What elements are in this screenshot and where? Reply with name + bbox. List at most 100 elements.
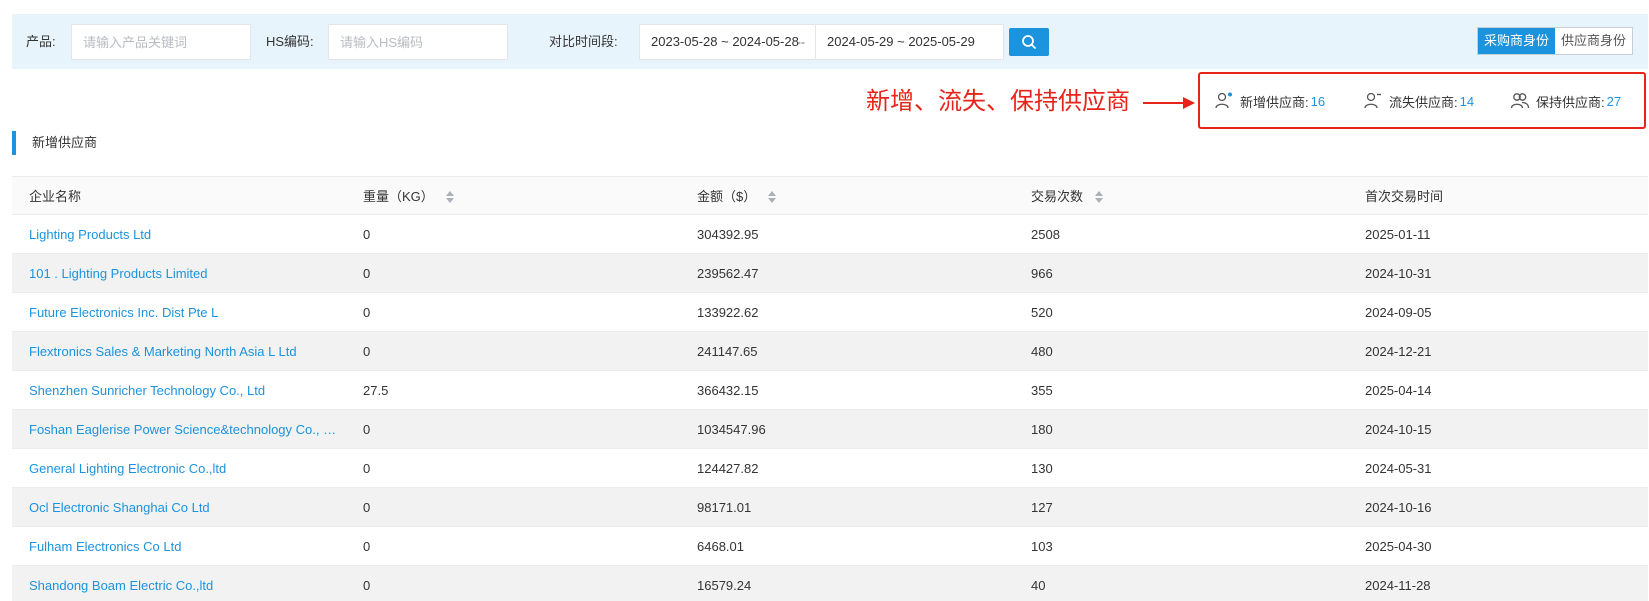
weight-cell: 0 [363,227,371,242]
first-trade-date-cell: 2024-05-31 [1365,461,1432,476]
supplier-role-button[interactable]: 供应商身份 [1555,28,1632,54]
first-trade-date-cell: 2025-01-11 [1365,227,1431,242]
amount-cell: 133922.62 [697,305,759,320]
table-row: General Lighting Electronic Co.,ltd 0 1244… [12,449,1648,488]
weight-cell: 0 [363,422,371,437]
header-transactions[interactable]: 交易次数 [1031,189,1104,205]
product-label: 产品: [26,34,56,49]
first-trade-date-cell: 2025-04-30 [1365,539,1432,554]
stat-lost-label: 流失供应商: [1389,94,1458,110]
table-body: Lighting Products Ltd 0 304392.95 2508 2025-… [12,215,1648,601]
table-row: Shandong Boam Electric Co.,ltd 0 16579.24 4… [12,566,1648,601]
company-name-link[interactable]: Foshan Eaglerise Power Science&technolog… [29,422,341,438]
filter-bar: 产品: HS编码: 对比时间段: 2023-05-28 ~ 2024-05-28… [12,14,1648,69]
transaction-count-cell: 127 [1031,500,1053,515]
transaction-count-cell: 40 [1031,578,1046,593]
table-row: Foshan Eaglerise Power Science&technolog… [12,410,1648,449]
company-name-link[interactable]: Future Electronics Inc. Dist Pte L [29,305,218,321]
first-trade-date-cell: 2024-10-15 [1365,422,1432,437]
header-company: 企业名称 [29,189,81,205]
header-amount-label: 金额（$） [697,189,757,204]
new-suppliers-table: 企业名称 重量（KG） 金额（$） 交易次数 首次交易时间 Lighting P… [12,176,1648,601]
weight-cell: 0 [363,305,371,320]
company-name-link[interactable]: 101 . Lighting Products Limited [29,266,208,282]
section-title: 新增供应商 [32,135,98,150]
period-label: 对比时间段: [549,34,618,49]
role-toggle: 采购商身份 供应商身份 [1477,27,1634,55]
search-button[interactable] [1009,28,1049,56]
transaction-count-cell: 966 [1031,266,1053,281]
first-trade-date-cell: 2024-10-31 [1365,266,1432,281]
header-weight-label: 重量（KG） [363,189,434,204]
amount-cell: 304392.95 [697,227,759,242]
amount-cell: 366432.15 [697,383,759,398]
sort-icon[interactable] [768,191,777,203]
transaction-count-cell: 130 [1031,461,1053,476]
stat-kept-suppliers[interactable]: 保持供应商: 27 [1510,91,1621,111]
company-name-link[interactable]: Ocl Electronic Shanghai Co Ltd [29,500,210,516]
stat-kept-value: 27 [1606,93,1622,109]
transaction-count-cell: 2508 [1031,227,1060,242]
sort-icon[interactable] [1095,191,1104,203]
sort-icon[interactable] [445,191,454,203]
stat-new-label: 新增供应商: [1240,94,1309,110]
company-name-link[interactable]: General Lighting Electronic Co.,ltd [29,461,226,477]
amount-cell: 6468.01 [697,539,744,554]
table-row: Fulham Electronics Co Ltd 0 6468.01 103 2025… [12,527,1648,566]
table-row: Lighting Products Ltd 0 304392.95 2508 2025-… [12,215,1648,254]
first-trade-date-cell: 2024-11-28 [1365,578,1431,593]
first-trade-date-cell: 2024-09-05 [1365,305,1432,320]
header-weight[interactable]: 重量（KG） [363,189,454,205]
hs-code-label: HS编码: [266,34,314,49]
table-header: 企业名称 重量（KG） 金额（$） 交易次数 首次交易时间 [12,176,1648,215]
stat-kept-label: 保持供应商: [1536,94,1605,110]
amount-cell: 16579.24 [697,578,752,593]
company-name-link[interactable]: Shenzhen Sunricher Technology Co., Ltd [29,383,265,399]
transaction-count-cell: 355 [1031,383,1053,398]
weight-cell: 0 [363,344,371,359]
period2-range-picker[interactable]: 2024-05-29 ~ 2025-05-29 [815,24,1004,60]
user-minus-icon [1364,92,1381,109]
buyer-role-button[interactable]: 采购商身份 [1478,28,1556,54]
table-row: Future Electronics Inc. Dist Pte L 0 13392… [12,293,1648,332]
table-row: Ocl Electronic Shanghai Co Ltd 0 98171.01 1… [12,488,1648,527]
hs-code-input[interactable] [328,24,508,60]
annotation-arrow-icon [1143,97,1195,109]
weight-cell: 0 [363,461,371,476]
product-input[interactable] [71,24,251,60]
table-row: Shenzhen Sunricher Technology Co., Ltd 27… [12,371,1648,410]
first-trade-date-cell: 2024-10-16 [1365,500,1432,515]
stat-lost-value: 14 [1459,93,1475,109]
transaction-count-cell: 480 [1031,344,1053,359]
header-amount[interactable]: 金额（$） [697,189,777,205]
weight-cell: 27.5 [363,383,389,398]
search-icon [1022,35,1036,49]
header-transactions-label: 交易次数 [1031,189,1084,204]
company-name-link[interactable]: Lighting Products Ltd [29,227,151,243]
user-plus-icon [1215,92,1232,109]
header-company-label: 企业名称 [29,189,82,204]
stat-lost-suppliers[interactable]: 流失供应商: 14 [1363,91,1474,111]
weight-cell: 0 [363,500,371,515]
table-row: 101 . Lighting Products Limited 0 239562.4… [12,254,1648,293]
amount-cell: 1034547.96 [697,422,766,437]
weight-cell: 0 [363,266,371,281]
annotation-text: 新增、流失、保持供应商 [866,87,1130,115]
weight-cell: 0 [363,578,371,593]
transaction-count-cell: 103 [1031,539,1053,554]
stat-new-suppliers[interactable]: 新增供应商: 16 [1214,91,1325,111]
header-first-trade-date: 首次交易时间 [1365,189,1443,205]
company-name-link[interactable]: Flextronics Sales & Marketing North Asia… [29,344,297,360]
users-icon [1510,93,1530,109]
amount-cell: 241147.65 [697,344,758,359]
amount-cell: 239562.47 [697,266,759,281]
section-accent-bar [12,131,16,155]
stat-new-value: 16 [1310,93,1326,109]
company-name-link[interactable]: Shandong Boam Electric Co.,ltd [29,578,213,594]
company-name-link[interactable]: Fulham Electronics Co Ltd [29,539,181,555]
header-first-trade-date-label: 首次交易时间 [1365,189,1444,204]
transaction-count-cell: 180 [1031,422,1053,437]
period-separator: -- [797,35,805,49]
weight-cell: 0 [363,539,371,554]
amount-cell: 124427.82 [697,461,759,476]
